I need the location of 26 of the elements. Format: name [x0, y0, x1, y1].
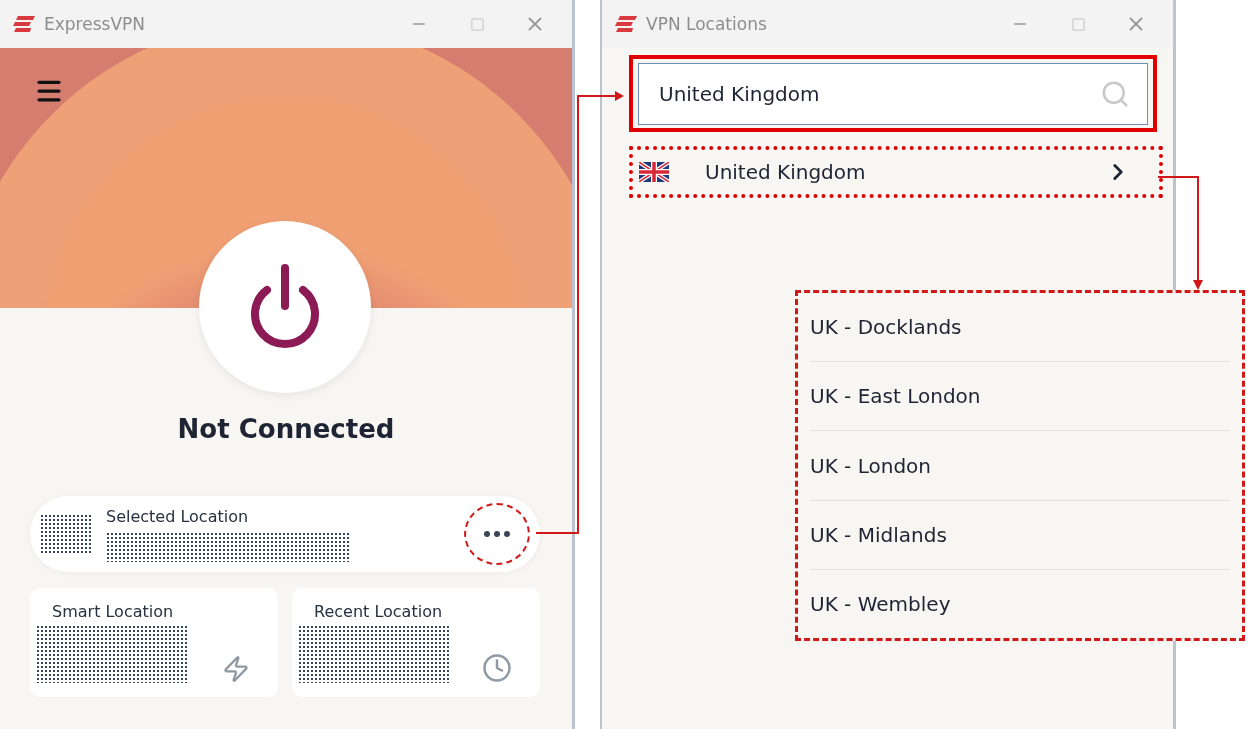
country-row[interactable]: United Kingdom	[629, 146, 1163, 198]
sub-location-item[interactable]: UK - Wembley	[810, 569, 1230, 638]
card-label: Smart Location	[51, 602, 175, 621]
card-label: Recent Location	[313, 602, 444, 621]
location-card[interactable]: Recent Location	[292, 588, 540, 697]
sub-location-item[interactable]: UK - East London	[810, 362, 1230, 432]
more-options-button[interactable]	[464, 503, 530, 565]
maximize-icon[interactable]	[1070, 16, 1086, 32]
maximize-icon[interactable]	[469, 16, 485, 32]
window-title: VPN Locations	[646, 14, 768, 34]
country-name: United Kingdom	[705, 160, 867, 184]
search-field[interactable]: United Kingdom	[638, 62, 1148, 125]
location-card[interactable]: Smart Location	[30, 588, 278, 697]
logo-icon	[614, 15, 638, 33]
pixelated-flag	[40, 514, 92, 554]
logo-icon	[12, 15, 36, 33]
sub-location-item[interactable]: UK - Docklands	[810, 293, 1230, 363]
lightning-icon	[222, 655, 250, 683]
window-title: ExpressVPN	[44, 14, 146, 34]
card-label: Selected Location	[106, 506, 250, 526]
selected-location-card[interactable]: Selected Location	[30, 496, 540, 572]
sub-location-item[interactable]: UK - Midlands	[810, 500, 1230, 570]
clock-icon	[482, 653, 512, 683]
sub-location-item[interactable]: UK - London	[810, 431, 1230, 501]
connection-status: Not Connected	[177, 414, 395, 444]
flag-icon	[639, 162, 669, 182]
